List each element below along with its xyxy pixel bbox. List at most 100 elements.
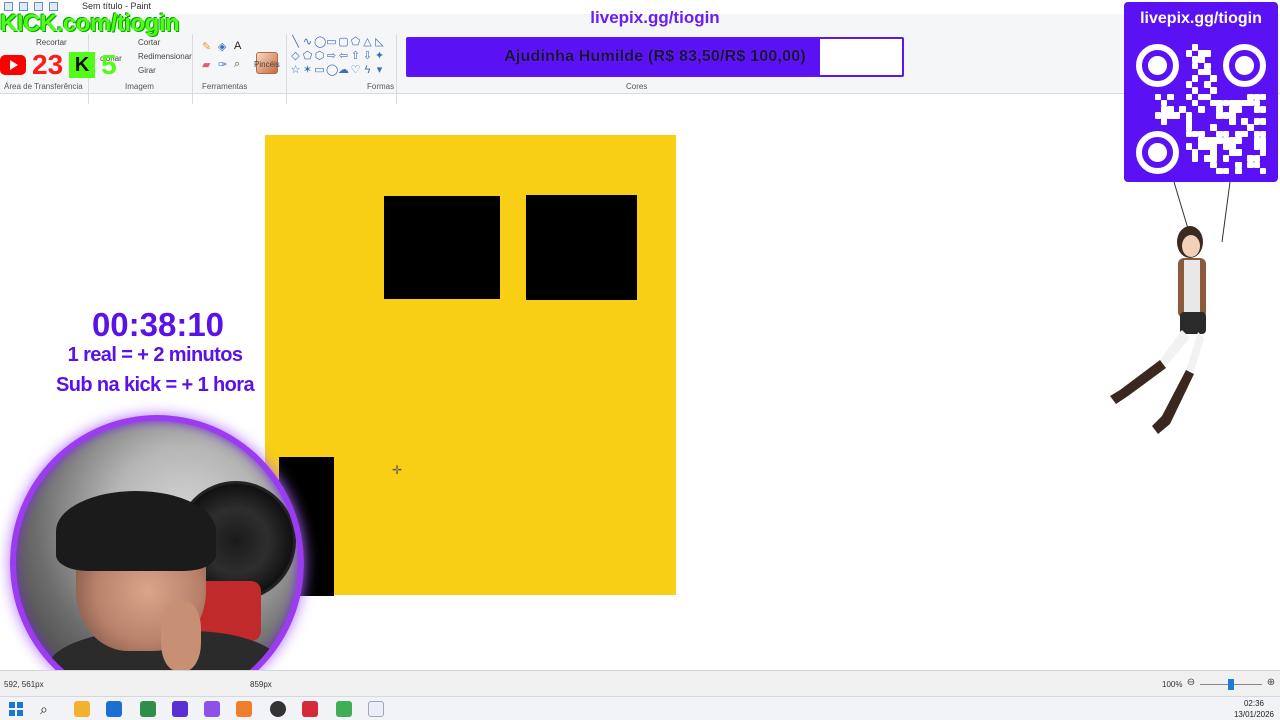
image-group-label: Imagem <box>125 82 154 91</box>
qr-module <box>1235 167 1242 175</box>
brave-browser-icon[interactable] <box>236 701 252 717</box>
qr-module <box>1253 161 1261 169</box>
qr-module <box>1259 167 1267 175</box>
qr-module <box>1179 105 1187 113</box>
taskbar-app-icon[interactable] <box>204 701 220 717</box>
star4-shape-icon[interactable]: ✦ <box>374 50 385 63</box>
text-tool-icon[interactable]: A <box>234 40 241 52</box>
taskbar-app-icon[interactable] <box>140 701 156 717</box>
painted-black-square-right <box>526 195 637 300</box>
browser-icon[interactable] <box>106 701 122 717</box>
arrow-down-shape-icon[interactable]: ⇩ <box>362 50 373 63</box>
paint-taskbar-icon[interactable] <box>368 701 384 717</box>
magnifier-icon[interactable]: ⌕ <box>234 58 240 71</box>
zoom-in-button[interactable]: ⊕ <box>1266 678 1276 688</box>
cut-button[interactable]: Cortar <box>138 38 160 47</box>
pentagon-shape-icon[interactable]: ⬠ <box>302 50 313 63</box>
oval-shape-icon[interactable]: ◯ <box>314 36 326 49</box>
file-explorer-icon[interactable] <box>74 701 90 717</box>
anime-character-icon <box>1110 226 1206 434</box>
search-icon[interactable]: ⌕ <box>40 701 56 717</box>
qr-module <box>1160 118 1168 125</box>
qr-module <box>1222 167 1230 175</box>
arrow-right-shape-icon[interactable]: ⇨ <box>326 50 337 63</box>
video-editor-icon[interactable] <box>302 701 318 717</box>
subathon-timer: 00:38:10 <box>91 306 225 343</box>
obs-icon[interactable] <box>270 701 286 717</box>
clipboard-group-label: Área de Transferência <box>4 82 83 91</box>
livepix-qr-card: livepix.gg/tiogin <box>1124 2 1278 182</box>
brushes-button[interactable]: Pincéis <box>254 60 280 69</box>
qr-module <box>1235 105 1242 113</box>
callout-cloud-shape-icon[interactable]: ☁ <box>338 64 349 77</box>
polygon-shape-icon[interactable]: ⬠ <box>350 36 361 49</box>
rotate-button[interactable]: Girar <box>138 66 156 75</box>
callout-rect-shape-icon[interactable]: ▭ <box>314 64 325 77</box>
taskbar-app-icon[interactable] <box>336 701 352 717</box>
callout-oval-shape-icon[interactable]: ◯ <box>326 64 338 77</box>
diamond-shape-icon[interactable]: ◇ <box>290 50 301 63</box>
line-shape-icon[interactable]: ╲ <box>290 36 301 49</box>
livepix-url-top: livepix.gg/tiogin <box>590 8 720 27</box>
windows-start-icon[interactable] <box>8 701 24 717</box>
shapes-more-icon[interactable]: ▾ <box>374 64 385 77</box>
qr-module <box>1259 149 1267 156</box>
crop-button[interactable]: Recortar <box>36 38 67 47</box>
arrow-up-shape-icon[interactable]: ⇧ <box>350 50 361 63</box>
qr-module <box>1235 136 1242 144</box>
qr-finder-center <box>1148 143 1167 162</box>
windows-taskbar: ⌕ 02:36 13/01/2026 <box>0 696 1280 720</box>
painted-black-square-left <box>384 196 500 299</box>
kick-icon: K <box>69 52 96 78</box>
rounded-rect-shape-icon[interactable]: ▢ <box>338 36 349 49</box>
taskbar-app-icon[interactable] <box>172 701 188 717</box>
kick-count: 5 <box>101 49 117 80</box>
qr-finder-center <box>1235 56 1254 75</box>
qr-module <box>1191 87 1199 95</box>
triangle-shape-icon[interactable]: △ <box>362 36 373 49</box>
qr-module <box>1210 74 1217 82</box>
qr-title: livepix.gg/tiogin <box>1140 10 1262 27</box>
cursor-position: 592, 561px <box>4 680 44 689</box>
qr-module <box>1241 130 1248 138</box>
color-picker-icon[interactable]: ✑ <box>218 58 227 71</box>
qr-module <box>1166 93 1174 101</box>
donation-goal-text: Ajudinha Humilde (R$ 83,50/R$ 100,00) <box>504 48 806 65</box>
qr-module <box>1247 124 1255 132</box>
follower-stats: 23 K 5 <box>0 49 117 80</box>
hexagon-shape-icon[interactable]: ⬡ <box>314 50 325 63</box>
crosshair-cursor-icon: ✛ <box>392 463 403 477</box>
zoom-percent: 100% <box>1162 680 1183 689</box>
qr-module <box>1154 93 1162 101</box>
rectangle-shape-icon[interactable]: ▭ <box>326 36 337 49</box>
tools-group-label: Ferramentas <box>202 82 248 91</box>
star5-shape-icon[interactable]: ☆ <box>290 64 301 77</box>
qr-module <box>1259 118 1267 125</box>
clock-date: 13/01/2026 <box>1233 710 1275 719</box>
donation-goal-bar: Ajudinha Humilde (R$ 83,50/R$ 100,00) <box>406 37 904 77</box>
qr-module <box>1228 118 1236 125</box>
taskbar-clock[interactable]: 02:36 13/01/2026 <box>1230 698 1278 720</box>
fill-icon[interactable]: ◈ <box>218 40 226 53</box>
youtube-icon <box>0 55 26 75</box>
qr-module <box>1191 155 1199 163</box>
zoom-slider-thumb[interactable] <box>1228 679 1234 690</box>
lightning-shape-icon[interactable]: ϟ <box>362 64 373 77</box>
eraser-icon[interactable]: ▰ <box>202 58 210 71</box>
colors-group-label: Cores <box>626 82 648 91</box>
heart-shape-icon[interactable]: ♡ <box>350 64 361 77</box>
right-triangle-shape-icon[interactable]: ◺ <box>374 36 385 49</box>
qr-module <box>1185 93 1193 101</box>
zoom-out-button[interactable]: ⊖ <box>1186 678 1196 688</box>
youtube-count: 23 <box>32 49 64 80</box>
qr-module <box>1204 50 1211 57</box>
qr-module <box>1235 149 1242 156</box>
arrow-left-shape-icon[interactable]: ⇦ <box>338 50 349 63</box>
clock-time: 02:36 <box>1243 699 1265 708</box>
curve-shape-icon[interactable]: ∿ <box>302 36 313 49</box>
qr-module <box>1210 87 1217 95</box>
star6-shape-icon[interactable]: ✶ <box>302 64 313 77</box>
resize-button[interactable]: Redimensionar <box>138 52 192 61</box>
pencil-icon[interactable]: ✎ <box>202 40 211 53</box>
ribbon-separator <box>286 34 287 104</box>
